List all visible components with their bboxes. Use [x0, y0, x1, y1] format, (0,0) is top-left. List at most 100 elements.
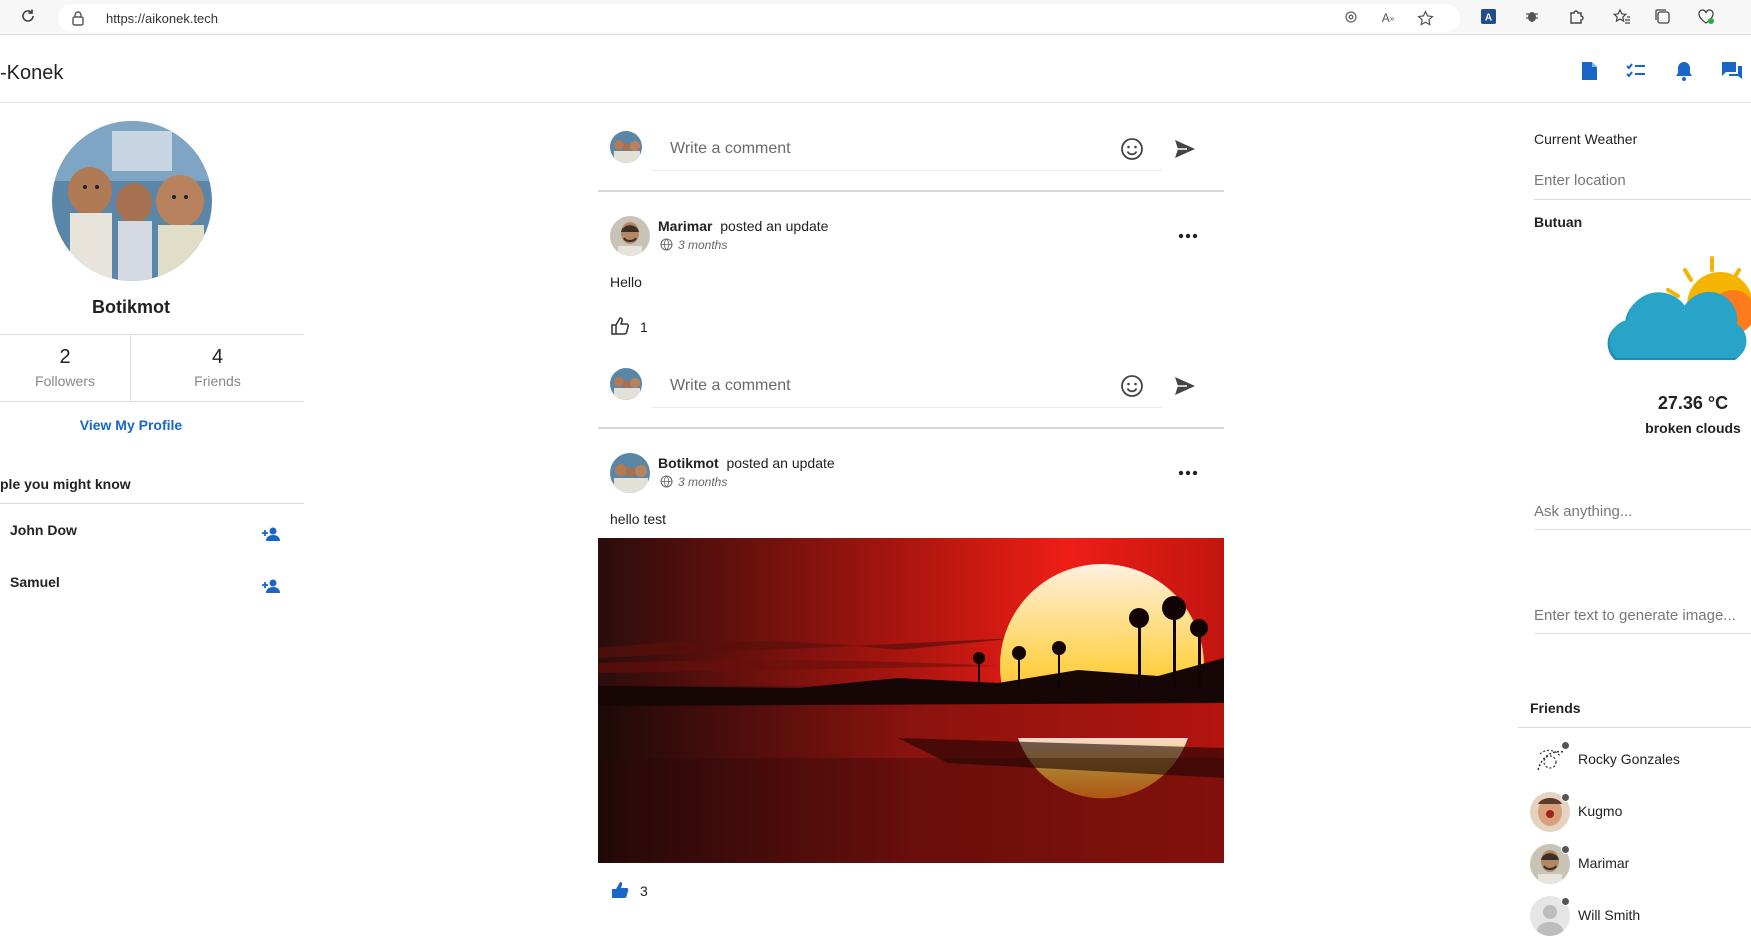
weather-temperature: 27.36 °C	[1657, 393, 1729, 413]
people-you-might-know-title: ple you might know	[0, 476, 131, 492]
browser-toolbar: https://aikonek.tech A» A	[0, 0, 1751, 35]
post-time: 3 months	[660, 475, 727, 489]
friend-item[interactable]: Kugmo	[1530, 792, 1751, 834]
status-dot	[1561, 897, 1570, 906]
read-aloud-icon[interactable]: A»	[1378, 8, 1398, 28]
generate-image-input[interactable]	[1534, 598, 1751, 634]
suggested-person: John Dow	[0, 522, 290, 546]
address-bar[interactable]: https://aikonek.tech A»	[58, 4, 1460, 32]
suggested-person-name[interactable]: John Dow	[10, 522, 77, 538]
post-time-text: 3 months	[678, 475, 728, 489]
post-header: Marimar posted an update 3 months	[598, 216, 1224, 260]
friends-count: 4	[211, 346, 224, 368]
add-friend-icon[interactable]	[262, 578, 280, 594]
post-image[interactable]	[598, 538, 1224, 863]
thumbs-up-filled-icon[interactable]	[610, 880, 630, 900]
weather-description: broken clouds	[1645, 420, 1741, 436]
friend-name: Kugmo	[1578, 803, 1623, 819]
friend-name: Will Smith	[1578, 907, 1641, 923]
emoji-icon[interactable]	[1120, 374, 1144, 398]
friend-name: Marimar	[1578, 855, 1630, 871]
status-dot	[1561, 793, 1570, 802]
divider	[652, 407, 1162, 408]
post-header: Botikmot posted an update 3 months	[598, 453, 1224, 497]
send-icon[interactable]	[1174, 139, 1196, 159]
profile-name: Botikmot	[92, 297, 170, 317]
task-list-icon[interactable]	[1624, 59, 1648, 83]
favorite-star-icon[interactable]	[1415, 8, 1435, 28]
emoji-icon[interactable]	[1120, 137, 1144, 161]
friend-item[interactable]: Rocky Gonzales	[1530, 740, 1751, 782]
like-count: 3	[640, 883, 648, 899]
more-options-icon[interactable]	[1178, 226, 1198, 239]
location-icon[interactable]	[1341, 8, 1361, 28]
friends-stat[interactable]: 4 Friends	[131, 335, 304, 401]
friend-name: Rocky Gonzales	[1578, 751, 1680, 767]
post-author-name[interactable]: Marimar	[658, 218, 712, 234]
brand-logo-text[interactable]: -Konek	[0, 62, 63, 85]
app-header: -Konek	[0, 35, 1751, 103]
globe-icon	[660, 475, 673, 488]
url-text[interactable]: https://aikonek.tech	[106, 11, 218, 26]
document-icon[interactable]	[1577, 59, 1601, 83]
like-row: 1	[610, 316, 670, 338]
weather-title: Current Weather	[1534, 131, 1638, 147]
post-author-name[interactable]: Botikmot	[658, 455, 719, 471]
like-count: 1	[640, 319, 648, 335]
user-avatar	[610, 131, 642, 163]
bug-icon[interactable]	[1522, 6, 1542, 26]
bell-icon[interactable]	[1672, 59, 1696, 83]
collections-icon[interactable]	[1652, 6, 1672, 26]
performance-icon[interactable]	[1696, 6, 1716, 26]
favorites-icon[interactable]	[1612, 6, 1632, 26]
reload-icon[interactable]	[18, 6, 38, 26]
ask-anything-input[interactable]	[1534, 494, 1751, 530]
followers-label: Followers	[35, 373, 95, 389]
more-options-icon[interactable]	[1178, 463, 1198, 476]
globe-icon	[660, 238, 673, 251]
followers-stat[interactable]: 2 Followers	[0, 335, 131, 401]
post-author-line: Botikmot posted an update	[658, 455, 835, 471]
author-avatar[interactable]	[610, 453, 650, 493]
comment-input[interactable]: Write a comment	[670, 377, 791, 395]
friend-item[interactable]: Marimar	[1530, 844, 1751, 886]
divider	[598, 427, 1224, 429]
friends-title: Friends	[1530, 700, 1581, 716]
post-text: hello test	[610, 511, 667, 527]
post-time: 3 months	[660, 238, 727, 252]
view-profile-link[interactable]: View My Profile	[0, 417, 262, 433]
followers-count: 2	[59, 346, 71, 368]
lock-icon[interactable]	[68, 8, 88, 28]
user-avatar	[610, 368, 642, 400]
add-friend-icon[interactable]	[262, 526, 280, 542]
divider	[652, 170, 1162, 171]
profile-avatar[interactable]	[52, 121, 212, 281]
divider	[1518, 727, 1751, 728]
chat-icon[interactable]	[1720, 59, 1744, 83]
weather-city: Butuan	[1534, 214, 1583, 230]
author-avatar[interactable]	[610, 216, 650, 256]
thumbs-up-icon[interactable]	[610, 316, 630, 336]
post-time-text: 3 months	[678, 238, 728, 252]
divider	[0, 503, 304, 504]
comment-input[interactable]: Write a comment	[670, 140, 791, 158]
post-action: posted an update	[720, 218, 829, 234]
post-text: Hello	[610, 274, 642, 290]
friend-item[interactable]: Will Smith	[1530, 896, 1751, 938]
profile-stats: 2 Followers 4 Friends	[0, 334, 304, 402]
like-row: 3	[610, 880, 670, 902]
post-action: posted an update	[726, 455, 835, 471]
extension-icon[interactable]: A	[1478, 6, 1498, 26]
status-dot	[1561, 845, 1570, 854]
status-dot	[1561, 741, 1570, 750]
friends-label: Friends	[194, 373, 241, 389]
send-icon[interactable]	[1174, 376, 1196, 396]
divider	[598, 190, 1224, 192]
broken-clouds-icon	[1605, 250, 1751, 390]
suggested-person: Samuel	[0, 574, 290, 598]
svg-text:A: A	[1484, 12, 1491, 23]
puzzle-icon[interactable]	[1566, 6, 1586, 26]
suggested-person-name[interactable]: Samuel	[10, 574, 60, 590]
post-author-line: Marimar posted an update	[658, 218, 828, 234]
location-input[interactable]	[1534, 162, 1751, 200]
